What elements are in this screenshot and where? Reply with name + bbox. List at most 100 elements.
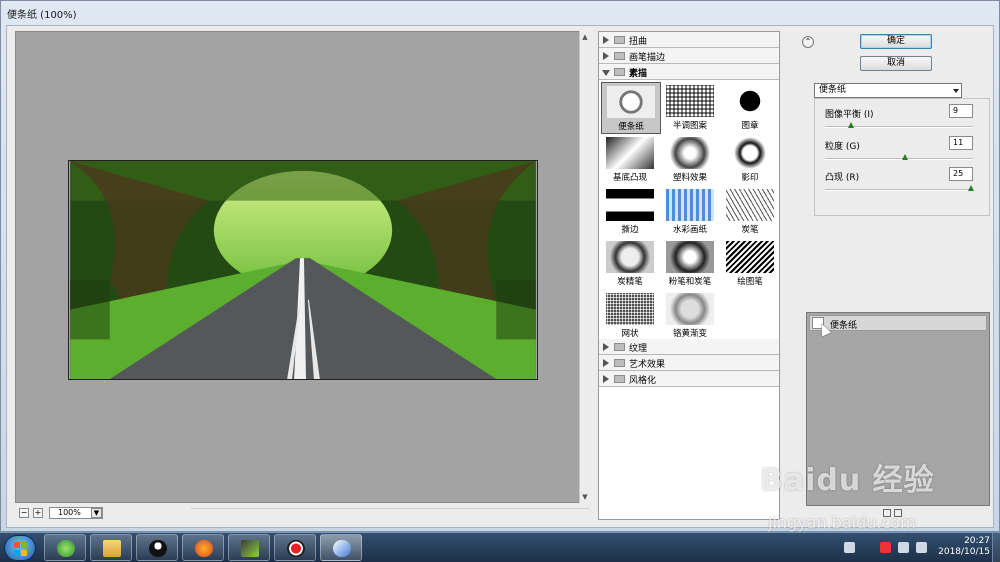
taskbar-firefox-button[interactable] xyxy=(182,534,224,561)
filter-category[interactable]: 扭曲 xyxy=(599,32,779,48)
taskbar-explorer-button[interactable] xyxy=(90,534,132,561)
filter-category-expanded[interactable]: 素描 xyxy=(599,64,779,80)
watermark-logo: Baidu 经验 xyxy=(760,463,935,498)
preview-vertical-scrollbar[interactable]: ▲ ▼ xyxy=(579,31,589,503)
filter-category-label: 纹理 xyxy=(629,344,648,354)
taskbar-player-button[interactable] xyxy=(228,534,270,561)
feather-icon xyxy=(333,540,351,557)
slider-knob-icon[interactable] xyxy=(848,122,855,128)
filter-thumb[interactable]: 图章 xyxy=(721,82,779,134)
expand-arrow-icon[interactable] xyxy=(603,343,609,351)
start-button[interactable] xyxy=(4,535,36,561)
filter-list-panel: 扭曲 画笔描边 素描 便条纸 半调图案 图章 基底凸现 塑料效果 影印 撕边 水… xyxy=(598,31,780,520)
filter-preview-icon xyxy=(606,137,654,169)
filter-preview-icon xyxy=(666,189,714,221)
clock[interactable]: 20:27 2018/10/15 xyxy=(932,536,990,558)
filter-thumb[interactable]: 半调图案 xyxy=(661,82,721,134)
volume-icon[interactable] xyxy=(898,542,909,553)
param-value-input[interactable]: 11 xyxy=(949,136,973,150)
filter-thumb-label: 半调图案 xyxy=(672,121,707,131)
taskbar-browser-button[interactable] xyxy=(44,534,86,561)
keyboard-icon[interactable] xyxy=(844,542,855,553)
filter-thumb[interactable]: 影印 xyxy=(721,134,779,186)
cancel-button[interactable]: 取消 xyxy=(860,56,932,71)
filter-preview-icon xyxy=(726,189,774,221)
filter-thumb-label: 绘图笔 xyxy=(737,277,763,287)
param-slider-track[interactable] xyxy=(825,158,973,160)
taskbar-photoshop-button[interactable] xyxy=(320,534,362,561)
filter-thumb-label: 影印 xyxy=(741,173,759,183)
param-slider-track[interactable] xyxy=(825,189,973,191)
filter-thumb[interactable]: 水彩画纸 xyxy=(661,186,721,238)
filter-thumb-label: 基底凸现 xyxy=(612,173,647,183)
scroll-down-icon[interactable]: ▼ xyxy=(581,493,589,501)
folder-icon xyxy=(103,540,121,557)
expand-arrow-icon[interactable] xyxy=(603,52,609,60)
filter-category[interactable]: 画笔描边 xyxy=(599,48,779,64)
filter-category[interactable]: 艺术效果 xyxy=(599,355,779,371)
collapse-arrow-icon[interactable] xyxy=(602,70,610,76)
param-value-input[interactable]: 9 xyxy=(949,104,973,118)
filter-preview-icon xyxy=(726,137,774,169)
filter-preview-icon xyxy=(607,86,655,118)
filter-list-scrollbar[interactable] xyxy=(780,31,786,520)
filter-parameters: 图像平衡 (I) 9 粒度 (G) 11 凸现 (R) 25 xyxy=(814,98,990,216)
preview-canvas[interactable] xyxy=(15,31,587,503)
qq-icon xyxy=(149,540,167,557)
scroll-up-icon[interactable]: ▲ xyxy=(581,33,589,41)
zoom-dropdown-icon[interactable]: ▼ xyxy=(91,508,102,518)
expand-arrow-icon[interactable] xyxy=(603,375,609,383)
filter-thumb[interactable]: 铬黄渐变 xyxy=(661,290,721,342)
filter-thumb[interactable]: 基底凸现 xyxy=(601,134,661,186)
cursor-icon xyxy=(816,321,832,337)
filter-thumb[interactable]: 塑料效果 xyxy=(661,134,721,186)
effect-layer-name: 便条纸 xyxy=(830,321,858,331)
title-bar[interactable]: 便条纸 (100%) xyxy=(1,1,999,25)
filter-preview-icon xyxy=(666,293,714,325)
param-slider-track[interactable] xyxy=(825,126,973,128)
taskbar-recorder-button[interactable] xyxy=(274,534,316,561)
slider-knob-icon[interactable] xyxy=(902,154,909,160)
param-label: 图像平衡 (I) xyxy=(825,110,874,120)
param-relief: 凸现 (R) 25 xyxy=(825,167,975,198)
filter-thumb-label: 铬黄渐变 xyxy=(672,329,707,339)
collapse-panel-icon[interactable]: ⌃ xyxy=(802,36,814,48)
taskbar-qq-button[interactable] xyxy=(136,534,178,561)
folder-icon xyxy=(614,359,625,367)
filter-thumb[interactable]: 网状 xyxy=(601,290,661,342)
effect-layer-row[interactable]: 便条纸 xyxy=(809,315,987,337)
expand-arrow-icon[interactable] xyxy=(603,359,609,367)
filter-thumb[interactable]: 绘图笔 xyxy=(721,238,779,290)
filter-preview-icon xyxy=(606,293,654,325)
folder-icon xyxy=(614,343,625,351)
settings-pane: ⌃ 确定 取消 便条纸 图像平衡 (I) 9 粒度 (G) 11 凸现 (R) … xyxy=(797,26,995,529)
expand-arrow-icon[interactable] xyxy=(603,36,609,44)
network-icon[interactable] xyxy=(916,542,927,553)
filter-thumb[interactable]: 粉笔和炭笔 xyxy=(661,238,721,290)
filter-select[interactable]: 便条纸 xyxy=(814,83,962,98)
filter-thumb-label: 网状 xyxy=(621,329,639,339)
filter-category[interactable]: 纹理 xyxy=(599,339,779,355)
filter-category[interactable]: 风格化 xyxy=(599,371,779,387)
filter-category-label: 风格化 xyxy=(629,376,657,386)
windows-logo-icon xyxy=(14,542,28,556)
param-value-input[interactable]: 25 xyxy=(949,167,973,181)
filter-thumb[interactable]: 便条纸 xyxy=(601,82,661,134)
filter-thumb[interactable]: 撕边 xyxy=(601,186,661,238)
security-icon[interactable] xyxy=(880,542,891,553)
show-desktop-button[interactable] xyxy=(992,533,1000,562)
ok-button[interactable]: 确定 xyxy=(860,34,932,49)
zoom-out-button[interactable]: − xyxy=(19,508,29,518)
slider-knob-icon[interactable] xyxy=(968,185,974,191)
filter-thumb[interactable]: 炭精笔 xyxy=(601,238,661,290)
video-player-icon xyxy=(241,540,259,557)
preview-horizontal-scrollbar[interactable] xyxy=(191,508,589,518)
filter-thumb-label: 图章 xyxy=(741,121,759,131)
system-tray xyxy=(840,537,940,559)
filter-select-value: 便条纸 xyxy=(819,85,847,95)
filter-thumb-label: 便条纸 xyxy=(618,122,644,132)
filter-thumb[interactable]: 炭笔 xyxy=(721,186,779,238)
filter-gallery-window: 便条纸 (100%) ▲ ▼ − + 100% ▼ 扭曲 画笔描边 素描 便条纸… xyxy=(0,0,1000,532)
filter-preview-icon xyxy=(726,241,774,273)
zoom-in-button[interactable]: + xyxy=(33,508,43,518)
